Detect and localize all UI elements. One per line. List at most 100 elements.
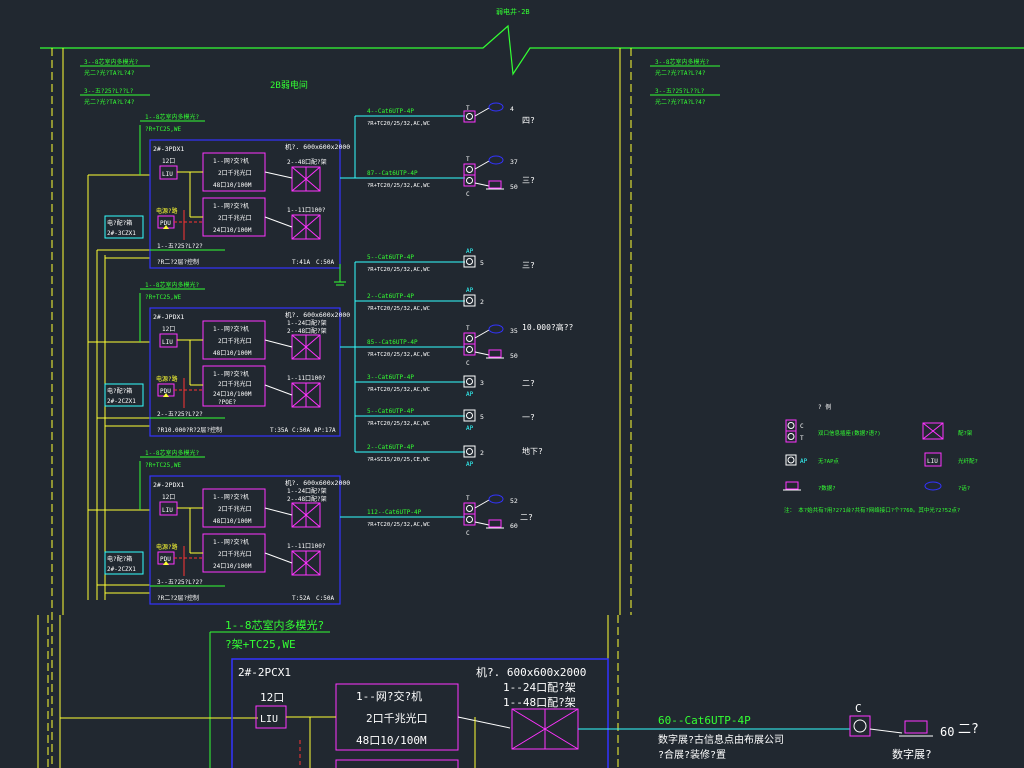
svg-text:3--8芯室内多模光?: 3--8芯室内多模光? xyxy=(655,58,709,66)
svg-text:C:50A: C:50A xyxy=(292,427,310,434)
svg-text:5: 5 xyxy=(480,259,484,267)
svg-text:配?架: 配?架 xyxy=(958,430,973,437)
svg-text:数字展?: 数字展? xyxy=(892,747,932,761)
svg-text:?R二?2层?控制: ?R二?2层?控制 xyxy=(157,258,199,266)
svg-text:机?. 600x600x2000: 机?. 600x600x2000 xyxy=(285,142,350,151)
svg-text:LIU: LIU xyxy=(162,507,173,514)
cad-drawing: 弱电井-2B 2B弱电间 3--8芯室内多模光? 光二?光?TA?L?4? 3-… xyxy=(37,7,1024,768)
svg-text:2--Cat6UTP-4P: 2--Cat6UTP-4P xyxy=(367,444,414,451)
svg-text:1--五?25?L?2?: 1--五?25?L?2? xyxy=(157,243,203,250)
svg-text:光二?光?TA?L?4?: 光二?光?TA?L?4? xyxy=(84,69,135,77)
svg-text:C: C xyxy=(466,530,470,537)
svg-text:?R+SC15/20/25,CE,WC: ?R+SC15/20/25,CE,WC xyxy=(367,457,430,463)
svg-text:1--11口100?: 1--11口100? xyxy=(287,375,326,382)
svg-text:1--网?交?机: 1--网?交?机 xyxy=(213,370,249,378)
svg-text:1--8芯室内多模光?: 1--8芯室内多模光? xyxy=(225,618,324,632)
svg-text:无?AP点: 无?AP点 xyxy=(818,458,839,465)
svg-text:?R+TC25,WE: ?R+TC25,WE xyxy=(145,294,182,301)
svg-text:2--48口配?架: 2--48口配?架 xyxy=(287,327,327,335)
svg-text:50: 50 xyxy=(510,352,518,360)
svg-text:C:50A: C:50A xyxy=(316,259,334,266)
svg-text:5: 5 xyxy=(480,413,484,421)
svg-text:10.000?高??: 10.000?高?? xyxy=(522,322,574,332)
svg-text:2#-2PDX1: 2#-2PDX1 xyxy=(153,481,184,489)
svg-text:?合展?装修?置: ?合展?装修?置 xyxy=(658,748,726,761)
svg-text:3--五?25?L??L?: 3--五?25?L??L? xyxy=(655,88,705,95)
svg-text:电?配?箱: 电?配?箱 xyxy=(107,219,132,227)
svg-text:1--48口配?架: 1--48口配?架 xyxy=(503,696,576,709)
svg-text:12口: 12口 xyxy=(162,494,175,501)
svg-text:35: 35 xyxy=(510,327,518,335)
svg-text:1--24口配?架: 1--24口配?架 xyxy=(287,319,327,327)
svg-text:C: C xyxy=(800,423,804,430)
svg-text:24口10/100M: 24口10/100M xyxy=(213,391,252,398)
svg-text:光纤配?: 光纤配? xyxy=(958,457,978,465)
svg-text:2: 2 xyxy=(480,449,484,457)
svg-text:2口千兆光口: 2口千兆光口 xyxy=(218,380,252,388)
svg-text:24口10/100M: 24口10/100M xyxy=(213,227,252,234)
svg-text:112--Cat6UTP-4P: 112--Cat6UTP-4P xyxy=(367,509,422,516)
svg-text:四?: 四? xyxy=(522,116,535,125)
svg-text:2#-2PCX1: 2#-2PCX1 xyxy=(238,666,291,679)
svg-text:AP: AP xyxy=(466,461,474,468)
svg-text:电源?路: 电源?路 xyxy=(156,543,178,551)
svg-text:地下?: 地下? xyxy=(522,446,543,456)
svg-text:1--网?交?机: 1--网?交?机 xyxy=(213,157,249,165)
svg-text:50: 50 xyxy=(510,183,518,191)
svg-text:24口10/100M: 24口10/100M xyxy=(213,563,252,570)
svg-text:? 例: ? 例 xyxy=(818,403,831,411)
svg-text:3--五?25?L?2?: 3--五?25?L?2? xyxy=(157,579,203,586)
svg-text:60: 60 xyxy=(940,725,954,739)
svg-text:光二?光?TA?L?4?: 光二?光?TA?L?4? xyxy=(655,69,706,77)
svg-text:三?: 三? xyxy=(522,176,535,185)
svg-text:T: T xyxy=(800,435,804,442)
svg-text:85--Cat6UTP-4P: 85--Cat6UTP-4P xyxy=(367,339,418,346)
svg-text:?R+TC20/25/32,AC,WC: ?R+TC20/25/32,AC,WC xyxy=(367,306,430,312)
svg-text:电?配?箱: 电?配?箱 xyxy=(107,387,132,395)
svg-text:AP: AP xyxy=(466,287,474,294)
svg-text:AP: AP xyxy=(800,458,808,465)
svg-text:C: C xyxy=(466,360,470,367)
room-title: 2B弱电间 xyxy=(270,79,308,91)
svg-text:2#-2CZX1: 2#-2CZX1 xyxy=(107,566,136,573)
svg-text:1--8芯室内多模光?: 1--8芯室内多模光? xyxy=(145,113,199,121)
left-notes: 3--8芯室内多模光? 光二?光?TA?L?4? 3--五?25?L??L? 光… xyxy=(80,58,150,106)
svg-text:?R10.000?R?2层?控制: ?R10.000?R?2层?控制 xyxy=(157,426,222,434)
main-cabinet: 1--8芯室内多模光? ?架+TC25,WE 2#-2PCX1 机?. 600x… xyxy=(60,618,979,768)
svg-text:?R+TC25,WE: ?R+TC25,WE xyxy=(145,462,182,469)
svg-text:2#-3CZX1: 2#-3CZX1 xyxy=(107,230,136,237)
svg-text:5--Cat6UTP-4P: 5--Cat6UTP-4P xyxy=(367,254,414,261)
svg-text:电?配?箱: 电?配?箱 xyxy=(107,555,132,563)
svg-text:?R+TC20/25/32,AC,WC: ?R+TC20/25/32,AC,WC xyxy=(367,267,430,273)
svg-text:AP:17A: AP:17A xyxy=(314,427,336,434)
svg-text:48口10/100M: 48口10/100M xyxy=(213,182,252,189)
svg-text:60--Cat6UTP-4P: 60--Cat6UTP-4P xyxy=(658,714,751,727)
svg-text:2口千兆光口: 2口千兆光口 xyxy=(218,337,252,345)
svg-text:电源?路: 电源?路 xyxy=(156,375,178,383)
cabinet-3: 1--8芯室内多模光? ?R+TC25,WE 2#-2PDX1 机?. 600x… xyxy=(104,449,350,605)
svg-text:1--11口100?: 1--11口100? xyxy=(287,207,326,214)
svg-text:12口: 12口 xyxy=(162,158,175,165)
svg-text:机?. 600x600x2000: 机?. 600x600x2000 xyxy=(476,665,586,679)
svg-text:1--24口配?架: 1--24口配?架 xyxy=(287,487,327,495)
svg-text:LIU: LIU xyxy=(260,714,278,725)
shaft-label: 弱电井-2B xyxy=(496,7,530,16)
svg-text:37: 37 xyxy=(510,158,518,166)
svg-text:双口信息插座(数据?语?): 双口信息插座(数据?语?) xyxy=(818,429,881,437)
svg-text:C: C xyxy=(855,702,862,715)
svg-text:2--48口配?架: 2--48口配?架 xyxy=(287,495,327,503)
svg-text:1--网?交?机: 1--网?交?机 xyxy=(356,689,422,703)
svg-text:三?: 三? xyxy=(522,261,535,270)
svg-text:T: T xyxy=(466,325,470,332)
svg-text:5--Cat6UTP-4P: 5--Cat6UTP-4P xyxy=(367,408,414,415)
svg-text:1--网?交?机: 1--网?交?机 xyxy=(213,493,249,501)
svg-text:二?: 二? xyxy=(522,379,535,388)
svg-text:?POE?: ?POE? xyxy=(218,399,236,406)
terminal-symbols: T 4 四? T C 37 50 三? AP 5 三? AP 2 T C 35 … xyxy=(463,102,574,537)
svg-text:3--五?25?L??L?: 3--五?25?L??L? xyxy=(84,88,134,95)
svg-text:机?. 600x600x2000: 机?. 600x600x2000 xyxy=(285,478,350,487)
svg-text:1--网?交?机: 1--网?交?机 xyxy=(213,202,249,210)
svg-text:C:50A: C:50A xyxy=(316,595,334,602)
svg-text:?话?: ?话? xyxy=(958,484,970,492)
svg-text:2--Cat6UTP-4P: 2--Cat6UTP-4P xyxy=(367,293,414,300)
